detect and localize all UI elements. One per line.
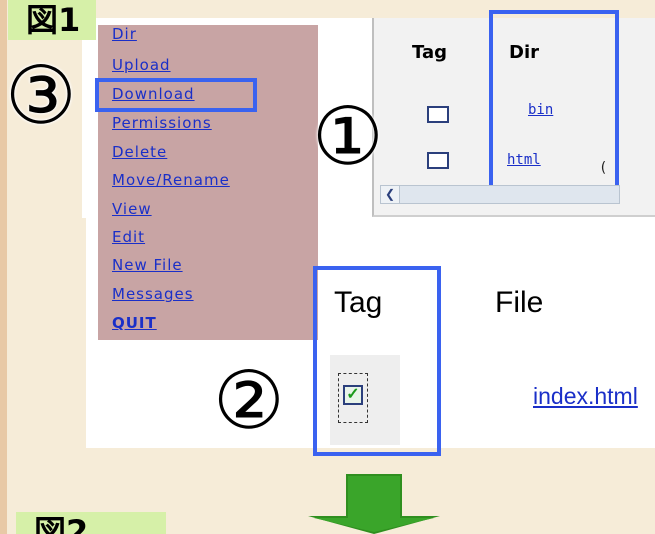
dir-row-checkbox-html[interactable] [427,152,449,169]
tag-column-highlight [313,266,441,456]
menu-item-edit[interactable]: Edit [112,228,145,246]
figure-2-label: 図2 [34,513,89,534]
horizontal-scrollbar[interactable]: ❮ [380,185,620,204]
dir-table-tag-header: Tag [412,42,447,63]
callout-1: ① [312,90,384,183]
menu-item-upload[interactable]: Upload [112,56,171,74]
figure-2-label-container: 図2 [16,512,166,534]
menu-item-messages[interactable]: Messages [112,285,194,303]
menu-item-delete[interactable]: Delete [112,143,167,161]
menu-item-new-file[interactable]: New File [112,256,183,274]
dir-row-checkbox-bin[interactable] [427,106,449,123]
dir-column-highlight [489,10,619,199]
callout-3: ③ [5,49,77,142]
file-link-index[interactable]: index.html [533,383,638,410]
menu-item-permissions[interactable]: Permissions [112,114,212,132]
menu-item-dir[interactable]: Dir [112,25,137,43]
file-manager-menu: Dir Upload Download Permissions Delete M… [98,25,318,340]
down-arrow-icon [308,474,440,534]
figure-1-label: 図1 [8,0,97,40]
menu-item-quit[interactable]: QUIT [112,314,157,332]
chevron-left-icon[interactable]: ❮ [381,186,400,203]
menu-item-move-rename[interactable]: Move/Rename [112,171,230,189]
menu-item-view[interactable]: View [112,200,152,218]
file-table-file-header: File [495,286,544,319]
callout-2: ② [213,354,285,447]
download-highlight [95,78,257,112]
